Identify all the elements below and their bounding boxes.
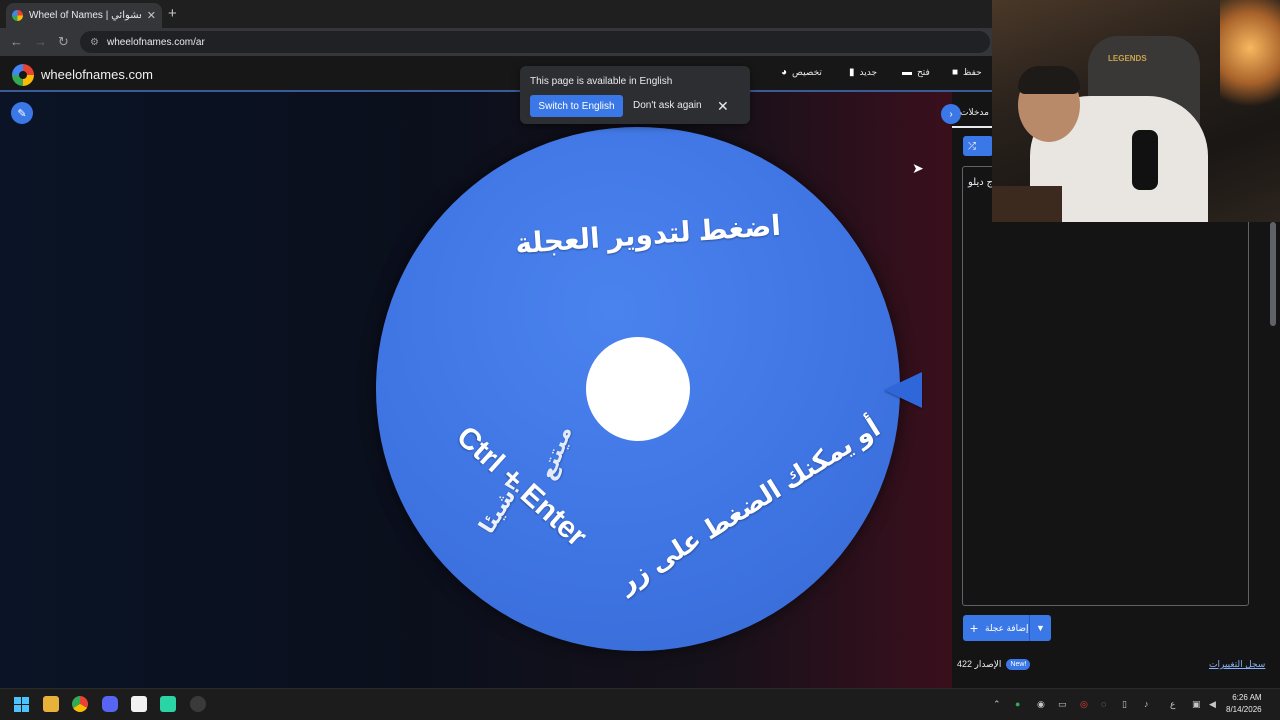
entries-textarea[interactable] (962, 166, 1249, 606)
app-green-icon[interactable] (160, 696, 176, 712)
open-label: فتح (917, 67, 930, 77)
wheel-hub[interactable] (586, 337, 690, 441)
popup-close-icon[interactable]: ✕ (717, 98, 729, 115)
tab-underline (952, 126, 992, 128)
save-label: حفظ (963, 67, 982, 77)
url-text: wheelofnames.com/ar (106, 36, 205, 48)
switch-to-english-button[interactable]: Switch to English (530, 95, 623, 117)
tray-network-icon[interactable]: ▣ (1192, 699, 1201, 710)
tab-close-icon[interactable]: ✕ (147, 9, 156, 22)
customize-button[interactable]: ◕ تخصيص (781, 67, 822, 78)
new-button[interactable]: ▮ جديد (849, 67, 877, 78)
webcam-desk (992, 186, 1062, 222)
version-info: الإصدار 422 New! (957, 659, 1031, 670)
browser-tab[interactable]: Wheel of Names | اسم العشوائي ✕ (6, 3, 162, 28)
tray-gamepad-icon[interactable]: ▭ (1058, 699, 1067, 710)
tray-record-icon[interactable]: ◎ (1080, 699, 1088, 710)
url-input[interactable]: ⚙ wheelofnames.com/ar (80, 31, 990, 53)
folder-icon: ▬ (902, 67, 912, 78)
tray-volume-icon[interactable]: ◀ (1209, 699, 1216, 710)
taskbar-clock[interactable]: 6:26 AM 8/14/2026 (1226, 692, 1262, 716)
back-arrow-icon[interactable]: ← (10, 34, 23, 49)
windows-start-icon[interactable] (14, 697, 29, 712)
shuffle-icon: ⤮ (968, 140, 976, 152)
wheel-logo-icon[interactable] (12, 64, 34, 86)
new-badge: New! (1006, 659, 1031, 670)
site-settings-icon[interactable]: ⚙ (90, 37, 99, 48)
new-label: جديد (859, 67, 878, 77)
edit-pencil-icon[interactable]: ✎ (11, 102, 33, 124)
tray-discord-icon[interactable]: ◉ (1037, 699, 1045, 710)
wheel-favicon-icon (12, 10, 23, 21)
add-wheel-button[interactable]: + إضافة عجلة ▼ (963, 615, 1051, 641)
plus-icon: + (969, 620, 979, 636)
entry-line: ج ديلو (968, 177, 993, 188)
clock-time: 6:26 AM (1232, 693, 1262, 702)
palette-icon: ◕ (781, 67, 788, 78)
clock-date: 8/14/2026 (1226, 705, 1262, 714)
obs-icon[interactable] (190, 696, 206, 712)
language-indicator[interactable]: ع (1170, 699, 1175, 710)
mouse-cursor-icon: ➤ (912, 160, 924, 176)
tray-settings-icon[interactable]: ◌ (1101, 699, 1106, 709)
dont-ask-again-button[interactable]: Don't ask again (633, 100, 702, 111)
tray-chevron-icon[interactable]: ⌃ (993, 699, 1001, 710)
add-wheel-label: إضافة عجلة (985, 622, 1029, 633)
tray-app-icon[interactable]: ● (1015, 699, 1020, 709)
save-button[interactable]: ■ حفظ (952, 67, 982, 78)
discord-icon[interactable] (102, 696, 118, 712)
tab-entries[interactable]: مدخلات (960, 107, 989, 118)
customize-label: تخصيص (792, 67, 822, 77)
forward-arrow-icon[interactable]: → (34, 34, 47, 49)
chevron-down-icon[interactable]: ▼ (1029, 615, 1051, 641)
tab-title: Wheel of Names | اسم العشوائي (29, 10, 141, 21)
webcam-lamp (1220, 0, 1280, 120)
wheel-pointer-icon (884, 372, 922, 408)
open-button[interactable]: ▬ فتح (902, 67, 930, 78)
panel-scrollbar[interactable] (1270, 222, 1276, 326)
save-icon: ■ (952, 67, 959, 78)
shuffle-button[interactable]: ⤮ (963, 136, 993, 156)
tray-mic-icon[interactable]: ♪ (1144, 699, 1149, 709)
changelog-link[interactable]: سجل التغييرات (1209, 659, 1265, 670)
reload-icon[interactable]: ↻ (58, 34, 69, 50)
translate-message: This page is available in English (530, 76, 673, 87)
collapse-panel-chevron-icon[interactable]: › (941, 104, 961, 124)
chair-brand-text: LEGENDS (1108, 54, 1147, 63)
file-explorer-icon[interactable] (43, 696, 59, 712)
webcam-person-hair (1018, 66, 1080, 94)
tray-usb-icon[interactable]: ▯ (1122, 699, 1127, 710)
webcam-microphone (1132, 130, 1158, 190)
app-icon[interactable] (131, 696, 147, 712)
version-label: الإصدار 422 (957, 659, 1002, 669)
chrome-icon[interactable] (72, 696, 88, 712)
new-tab-button[interactable]: + (168, 5, 177, 22)
file-icon: ▮ (849, 67, 855, 78)
site-name[interactable]: wheelofnames.com (41, 67, 153, 82)
